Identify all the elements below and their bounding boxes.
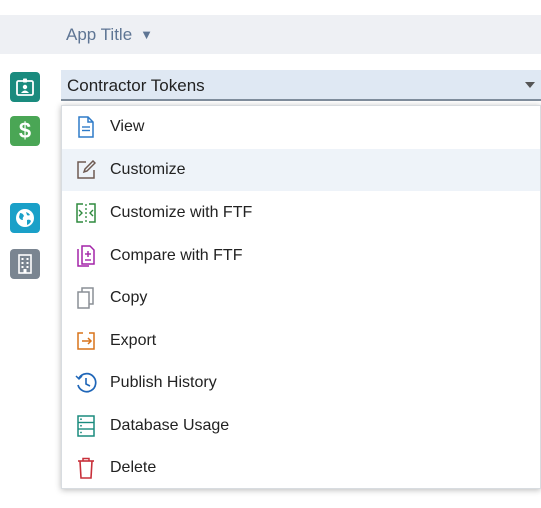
- menu-item-publish-history[interactable]: Publish History: [62, 362, 540, 404]
- menu-item-compare-ftf[interactable]: Compare with FTF: [62, 235, 540, 277]
- menu-item-delete[interactable]: Delete: [62, 447, 540, 489]
- menu-item-copy[interactable]: Copy: [62, 277, 540, 319]
- menu-item-label: Customize: [110, 161, 186, 178]
- badge-icon[interactable]: [10, 72, 40, 102]
- menu-item-label: Customize with FTF: [110, 204, 253, 221]
- ftf-customize-icon: [75, 201, 97, 225]
- menu-item-customize-ftf[interactable]: Customize with FTF: [62, 192, 540, 234]
- menu-item-label: Delete: [110, 459, 157, 476]
- globe-icon[interactable]: [10, 203, 40, 233]
- actions-menu: View Customize Customize with FTF Compar…: [61, 105, 541, 489]
- menu-item-export[interactable]: Export: [62, 320, 540, 362]
- document-icon: [75, 115, 97, 139]
- edit-icon: [75, 158, 97, 182]
- top-bar: App Title ▼: [0, 15, 541, 54]
- caret-down-icon: ▼: [140, 27, 154, 42]
- trash-icon: [75, 456, 97, 480]
- menu-item-customize[interactable]: Customize: [62, 149, 540, 191]
- menu-item-view[interactable]: View: [62, 106, 540, 148]
- menu-item-label: Database Usage: [110, 417, 230, 434]
- database-icon: [75, 414, 97, 438]
- menu-item-database-usage[interactable]: Database Usage: [62, 405, 540, 447]
- copy-icon: [75, 286, 97, 310]
- export-icon: [75, 329, 97, 353]
- building-icon[interactable]: [10, 249, 40, 279]
- select-value: Contractor Tokens: [67, 76, 205, 95]
- menu-item-label: Copy: [110, 289, 148, 306]
- menu-item-label: View: [110, 118, 145, 135]
- menu-item-label: Compare with FTF: [110, 247, 243, 264]
- app-title-label: App Title: [66, 25, 133, 44]
- token-type-select[interactable]: Contractor Tokens: [61, 70, 541, 101]
- menu-item-label: Publish History: [110, 374, 217, 391]
- menu-item-label: Export: [110, 332, 157, 349]
- chevron-down-icon: [525, 82, 535, 88]
- history-icon: [75, 371, 97, 395]
- dollar-icon[interactable]: $: [10, 116, 40, 146]
- app-title-menu[interactable]: App Title ▼: [66, 15, 153, 54]
- compare-icon: [75, 244, 97, 268]
